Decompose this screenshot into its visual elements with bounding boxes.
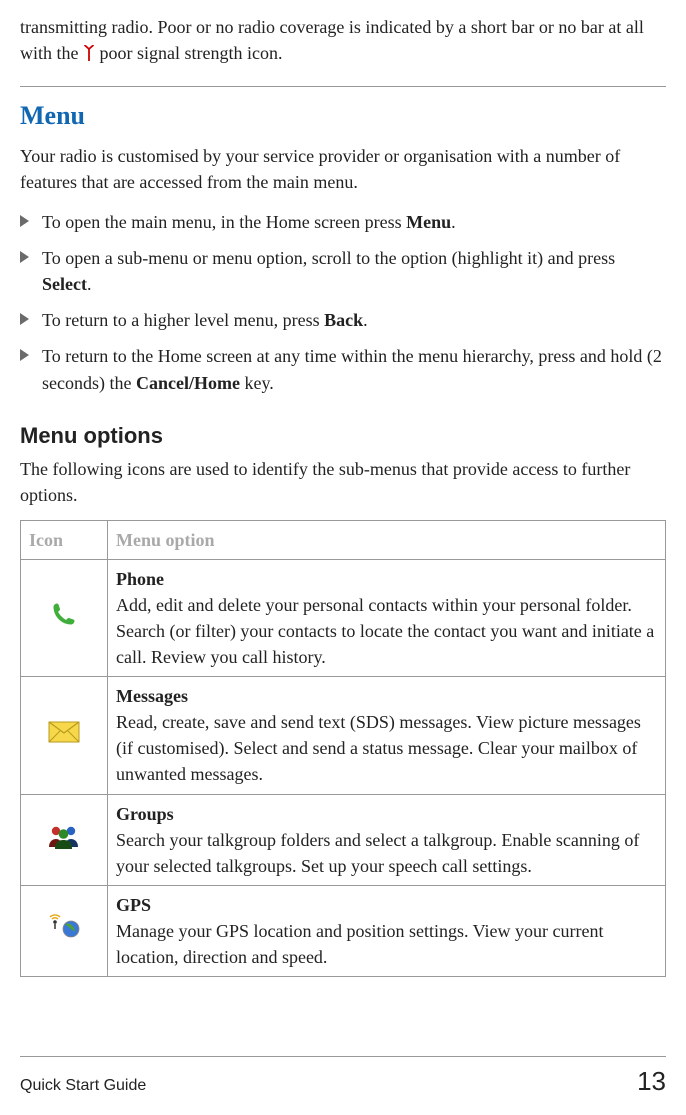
table-row: Phone Add, edit and delete your personal… [21,559,666,676]
phone-icon [21,559,108,676]
poor-signal-icon [83,42,95,68]
list-item: To return to a higher level menu, press … [20,307,666,333]
page-footer: Quick Start Guide 13 [20,1056,666,1101]
menu-heading: Menu [20,97,666,135]
gps-icon [21,885,108,976]
menu-options-desc: The following icons are used to identify… [20,456,666,508]
menu-options-table: Icon Menu option Phone Add, edit and del… [20,520,666,977]
list-item: To open the main menu, in the Home scree… [20,209,666,235]
table-header-option: Menu option [108,520,666,559]
table-row: GPS Manage your GPS location and positio… [21,885,666,976]
table-row: Messages Read, create, save and send tex… [21,677,666,794]
intro-paragraph: transmitting radio. Poor or no radio cov… [20,14,666,68]
groups-icon [21,794,108,885]
table-cell: Messages Read, create, save and send tex… [108,677,666,794]
messages-icon [21,677,108,794]
menu-instruction-list: To open the main menu, in the Home scree… [20,209,666,396]
menu-options-heading: Menu options [20,420,666,452]
menu-description: Your radio is customised by your service… [20,143,666,195]
footer-page-number: 13 [637,1063,666,1101]
footer-doc-title: Quick Start Guide [20,1074,146,1097]
table-header-icon: Icon [21,520,108,559]
intro-text-2: poor signal strength icon. [100,43,283,63]
table-row: Groups Search your talkgroup folders and… [21,794,666,885]
list-item: To open a sub-menu or menu option, scrol… [20,245,666,297]
section-divider [20,86,666,87]
table-cell: Groups Search your talkgroup folders and… [108,794,666,885]
table-cell: Phone Add, edit and delete your personal… [108,559,666,676]
table-cell: GPS Manage your GPS location and positio… [108,885,666,976]
list-item: To return to the Home screen at any time… [20,343,666,395]
